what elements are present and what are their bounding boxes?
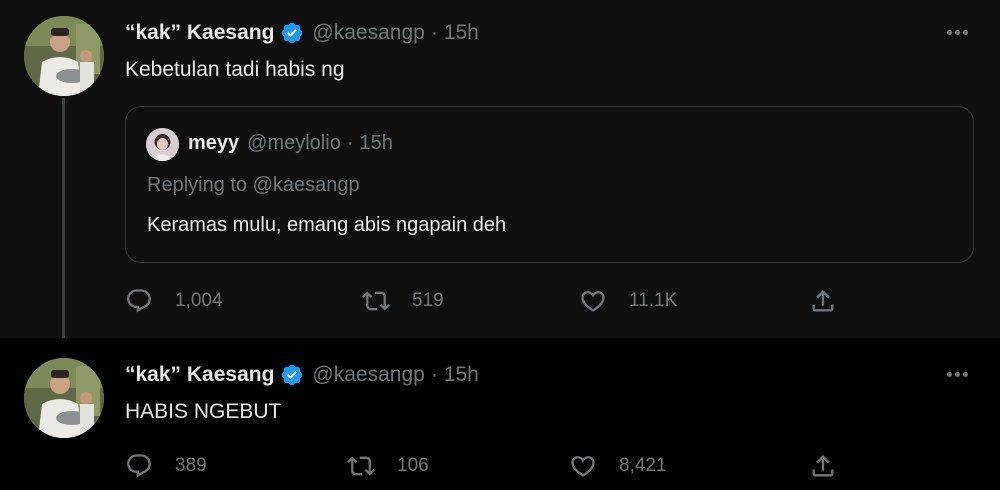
profile-photo-chef-icon bbox=[24, 358, 104, 438]
like-button[interactable]: 11.1K bbox=[579, 286, 677, 316]
quoted-avatar bbox=[146, 128, 179, 161]
profile-photo-chef-icon bbox=[24, 16, 104, 96]
reply-icon bbox=[127, 289, 151, 313]
retweet-icon bbox=[347, 456, 375, 476]
heart-icon bbox=[581, 291, 605, 312]
action-bar: 1,004 519 11.1K bbox=[125, 286, 845, 316]
retweet-button[interactable]: 106 bbox=[347, 451, 429, 481]
like-count: 11.1K bbox=[629, 290, 678, 311]
tweet[interactable]: “kak” Kaesang @kaesangp · 15h Kebetulan … bbox=[0, 0, 1000, 338]
tweet-text: HABIS NGEBUT bbox=[125, 400, 282, 423]
verified-badge-icon bbox=[282, 22, 303, 44]
more-icon[interactable] bbox=[942, 20, 972, 44]
avatar[interactable] bbox=[24, 16, 104, 96]
reply-button[interactable]: 1,004 bbox=[125, 286, 223, 316]
heart-icon bbox=[571, 456, 595, 477]
tweet-text: Kebetulan tadi habis ng bbox=[125, 58, 345, 81]
separator-dot: · bbox=[346, 132, 354, 154]
like-button[interactable]: 8,421 bbox=[569, 451, 667, 481]
share-button[interactable] bbox=[809, 451, 837, 481]
separator-dot: · bbox=[430, 363, 438, 386]
quoted-timestamp: 15h bbox=[359, 132, 393, 154]
tweet[interactable]: “kak” Kaesang @kaesangp · 15h HABIS NGEB… bbox=[0, 338, 1000, 490]
quoted-header: meyy @meylolio · 15h bbox=[188, 132, 393, 155]
separator-dot: · bbox=[430, 21, 438, 44]
author-handle[interactable]: @kaesangp bbox=[312, 363, 424, 387]
avatar[interactable] bbox=[24, 358, 104, 438]
tweet-header: “kak” Kaesang @kaesangp · 15h bbox=[125, 18, 479, 48]
share-icon bbox=[812, 455, 834, 477]
retweet-count: 106 bbox=[397, 455, 429, 476]
retweet-button[interactable]: 519 bbox=[362, 286, 444, 316]
tweet-timestamp[interactable]: 15h bbox=[444, 363, 479, 387]
retweet-count: 519 bbox=[412, 290, 444, 311]
tweet-timestamp[interactable]: 15h bbox=[444, 21, 479, 45]
like-count: 8,421 bbox=[619, 455, 667, 476]
quoted-author-name[interactable]: meyy bbox=[188, 132, 239, 155]
replying-to-label: Replying to bbox=[147, 174, 248, 196]
author-name[interactable]: “kak” Kaesang bbox=[125, 363, 274, 387]
thread-connector-line bbox=[62, 98, 65, 338]
replying-to-line: Replying to @kaesangp bbox=[147, 174, 360, 197]
replying-to-handle: @kaesangp bbox=[252, 174, 360, 196]
share-button[interactable] bbox=[809, 286, 837, 316]
reply-icon bbox=[127, 454, 151, 478]
tweet-header: “kak” Kaesang @kaesangp · 15h bbox=[125, 360, 479, 390]
reply-button[interactable]: 389 bbox=[125, 451, 207, 481]
retweet-icon bbox=[362, 291, 390, 311]
verified-badge-icon bbox=[282, 364, 303, 386]
reply-count: 389 bbox=[175, 455, 207, 476]
quoted-author-handle: @meylolio bbox=[247, 132, 341, 154]
author-handle[interactable]: @kaesangp bbox=[312, 21, 424, 45]
action-bar: 389 106 8,421 bbox=[125, 451, 845, 481]
reply-count: 1,004 bbox=[175, 290, 223, 311]
more-icon[interactable] bbox=[942, 362, 972, 386]
quoted-tweet[interactable]: meyy @meylolio · 15h Replying to @kaesan… bbox=[125, 106, 974, 263]
profile-photo-icon bbox=[146, 128, 179, 161]
quoted-text: Keramas mulu, emang abis ngapain deh bbox=[147, 214, 507, 236]
author-name[interactable]: “kak” Kaesang bbox=[125, 21, 274, 45]
share-icon bbox=[812, 290, 834, 312]
